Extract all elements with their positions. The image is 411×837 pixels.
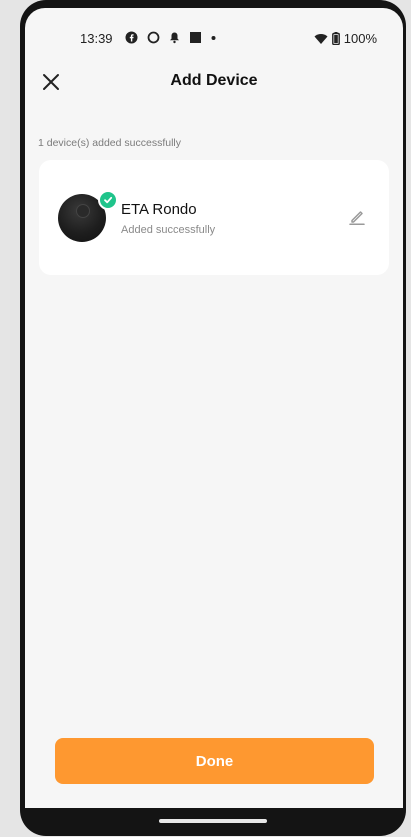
lidar-icon: [76, 204, 90, 218]
status-icons: [125, 31, 216, 44]
edit-pencil-icon[interactable]: [347, 206, 367, 226]
check-icon: [98, 190, 118, 210]
status-right: 100%: [314, 31, 377, 46]
status-bar: 13:39 100%: [25, 28, 403, 52]
page-title: Add Device: [170, 72, 258, 89]
dot-icon: [211, 36, 216, 40]
header: Add Device: [25, 63, 403, 103]
circle-icon: [147, 31, 160, 44]
facebook-icon: [125, 31, 138, 44]
status-time: 13:39: [80, 31, 113, 46]
battery-icon: [331, 32, 340, 45]
home-indicator[interactable]: [159, 819, 267, 823]
wifi-icon: [314, 33, 328, 44]
done-button[interactable]: Done: [55, 738, 374, 784]
battery-percent: 100%: [343, 31, 377, 46]
app-screen: 13:39 100% Add Device 1 device(s) added …: [25, 8, 403, 808]
added-count-text: 1 device(s) added successfully: [38, 137, 181, 149]
notification-bell-icon: [170, 32, 179, 44]
device-name: ETA Rondo: [121, 201, 197, 218]
device-status: Added successfully: [121, 224, 216, 236]
square-icon: [190, 32, 201, 43]
device-card[interactable]: ETA Rondo Added successfully: [39, 160, 389, 275]
